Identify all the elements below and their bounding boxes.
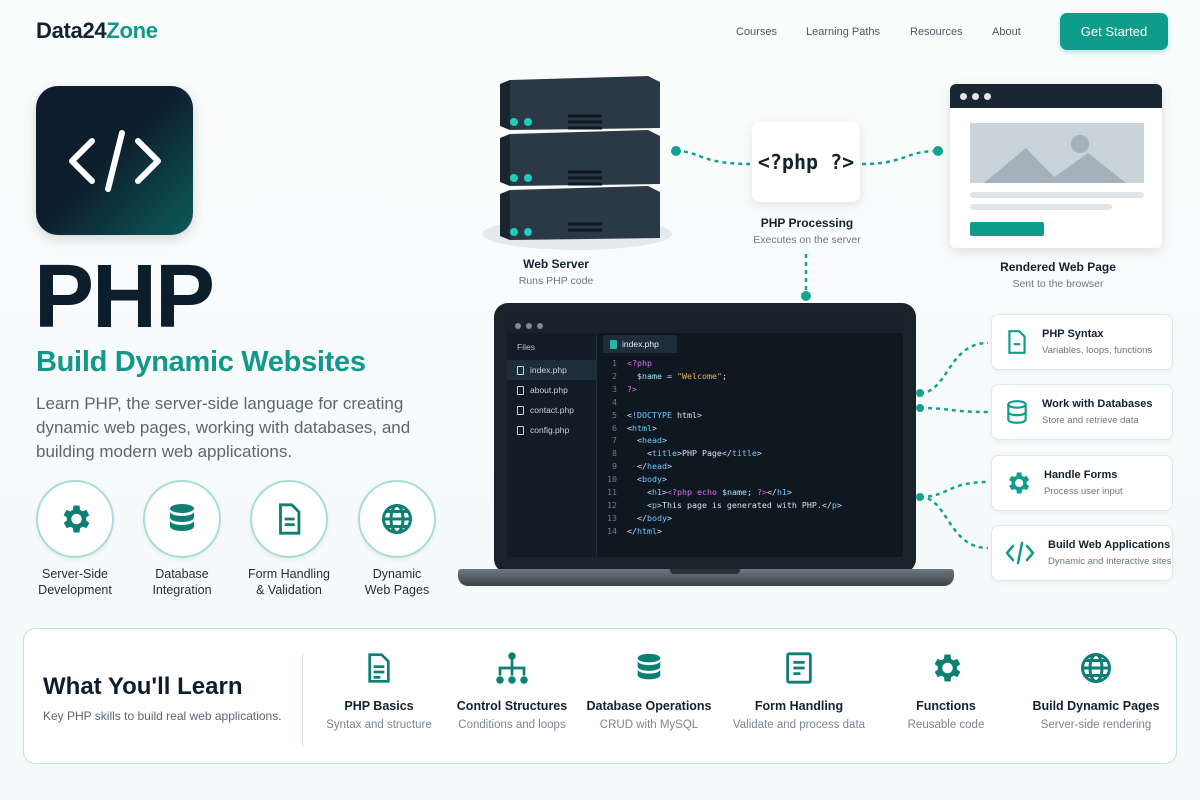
rendered-page-caption: Rendered Web Page Sent to the browser — [968, 260, 1148, 290]
code-line: 14 </html> — [607, 525, 662, 536]
learn-item-form-handling[interactable]: Form Handling Validate and process data — [724, 650, 874, 731]
learn-item-title: PHP Basics — [344, 699, 414, 713]
skill-card-forms[interactable]: Handle Forms Process user input — [991, 455, 1173, 511]
code-line: 2 $name = "Welcome"; — [612, 370, 727, 381]
learn-item-subtitle: Server-side rendering — [1040, 719, 1152, 731]
file-name: config.php — [530, 425, 570, 435]
file-item-about[interactable]: about.php — [507, 380, 596, 400]
skill-subtitle: Dynamic and interactive sites — [1048, 556, 1172, 567]
code-line: 8 <title>PHP Page</title> — [612, 448, 762, 459]
code-line: 7 <head> — [612, 435, 667, 446]
form-icon — [786, 652, 812, 684]
image-placeholder-icon — [970, 123, 1144, 236]
skill-subtitle: Store and retrieve data — [1042, 415, 1139, 426]
editor-titlebar — [507, 319, 903, 333]
server-icon — [500, 76, 660, 240]
tab-index-php[interactable]: index.php — [603, 335, 677, 353]
php-processing-box: <?php ?> — [752, 122, 860, 202]
code-line: 4 — [612, 396, 617, 407]
file-icon — [610, 339, 617, 349]
learn-item-subtitle: Validate and process data — [732, 719, 866, 731]
php-processing-title: PHP Processing — [760, 216, 854, 230]
gear-icon — [1009, 472, 1030, 494]
learn-item-title: Build Dynamic Pages — [1032, 699, 1160, 713]
flowchart-icon — [496, 652, 528, 684]
skill-title: Work with Databases — [1042, 398, 1153, 410]
learn-item-control-structures[interactable]: Control Structures Conditions and loops — [437, 650, 587, 731]
code-line: 6 <html> — [612, 422, 657, 433]
learn-item-subtitle: CRUD with MySQL — [599, 719, 699, 731]
file-icon — [517, 365, 524, 375]
file-sidebar: Files index.php about.php contact.php co… — [507, 333, 597, 557]
skill-card-php-syntax[interactable]: PHP Syntax Variables, loops, functions — [991, 314, 1173, 370]
rendered-page-subtitle: Sent to the browser — [1012, 278, 1104, 290]
learn-item-title: Functions — [916, 699, 976, 713]
skill-card-web-apps[interactable]: Build Web Applications Dynamic and intera… — [991, 525, 1173, 581]
skill-subtitle: Variables, loops, functions — [1042, 345, 1153, 356]
code-line: 10 <body> — [607, 474, 667, 485]
code-editor: Files index.php about.php contact.php co… — [507, 319, 903, 557]
rendered-page-browser — [950, 84, 1162, 248]
document-icon — [368, 653, 390, 683]
skill-title: Build Web Applications — [1048, 539, 1171, 551]
code-brackets-icon — [1005, 541, 1035, 565]
code-line: 9 </head> — [612, 461, 672, 472]
code-line: 5 <!DOCTYPE html> — [612, 409, 702, 420]
file-name: contact.php — [530, 405, 574, 415]
laptop: Files index.php about.php contact.php co… — [494, 303, 916, 573]
file-icon — [517, 385, 524, 395]
code-line: 13 </body> — [607, 512, 672, 523]
learn-item-dynamic-pages[interactable]: Build Dynamic Pages Server-side renderin… — [1021, 650, 1171, 731]
tab-label: index.php — [622, 339, 659, 349]
database-icon — [637, 653, 661, 680]
globe-icon — [1081, 653, 1111, 683]
learn-title: What You'll Learn — [43, 673, 243, 700]
code-area[interactable]: 1 <?php 2 $name = "Welcome"; 3 ?> 4 5 <!DOCTYPE… — [603, 357, 842, 538]
learn-item-subtitle: Conditions and loops — [458, 719, 566, 731]
php-processing-caption: PHP Processing Executes on the server — [732, 216, 882, 246]
learn-divider — [302, 654, 303, 746]
file-name: index.php — [530, 365, 567, 375]
file-icon — [517, 425, 524, 435]
web-server-caption: Web Server Runs PHP code — [492, 257, 620, 287]
rendered-page-title: Rendered Web Page — [1000, 260, 1116, 274]
web-server-subtitle: Runs PHP code — [518, 275, 594, 287]
file-name: about.php — [530, 385, 568, 395]
learn-item-subtitle: Syntax and structure — [326, 719, 432, 731]
php-processing-subtitle: Executes on the server — [753, 234, 861, 246]
learn-subtitle: Key PHP skills to build real web applica… — [43, 709, 282, 723]
file-item-config[interactable]: config.php — [507, 420, 596, 440]
learn-item-database-operations[interactable]: Database Operations CRUD with MySQL — [574, 650, 724, 731]
learn-item-title: Database Operations — [586, 699, 712, 713]
database-icon — [1007, 400, 1027, 424]
web-server-title: Web Server — [523, 257, 589, 271]
learn-item-php-basics[interactable]: PHP Basics Syntax and structure — [304, 650, 454, 731]
skill-card-databases[interactable]: Work with Databases Store and retrieve da… — [991, 384, 1173, 440]
file-item-index[interactable]: index.php — [507, 360, 596, 380]
gear-icon — [934, 654, 961, 682]
file-item-contact[interactable]: contact.php — [507, 400, 596, 420]
file-icon — [517, 405, 524, 415]
learn-item-title: Form Handling — [754, 699, 844, 713]
code-line: 1 <?php — [612, 358, 652, 368]
learn-item-title: Control Structures — [456, 699, 568, 713]
code-line: 11 <h1><?php echo $name; ?></h1> — [607, 487, 792, 498]
code-line: 12 <p>This page is generated with PHP.</… — [607, 499, 842, 510]
document-icon — [1008, 330, 1026, 354]
laptop-notch — [670, 569, 740, 574]
files-header: Files — [517, 342, 535, 352]
browser-titlebar — [950, 84, 1162, 108]
skill-subtitle: Process user input — [1044, 486, 1123, 497]
learn-item-subtitle: Reusable code — [907, 719, 985, 731]
skill-title: PHP Syntax — [1042, 328, 1104, 340]
code-line: 3 ?> — [612, 383, 637, 394]
learn-item-functions[interactable]: Functions Reusable code — [871, 650, 1021, 731]
skill-title: Handle Forms — [1044, 469, 1118, 481]
